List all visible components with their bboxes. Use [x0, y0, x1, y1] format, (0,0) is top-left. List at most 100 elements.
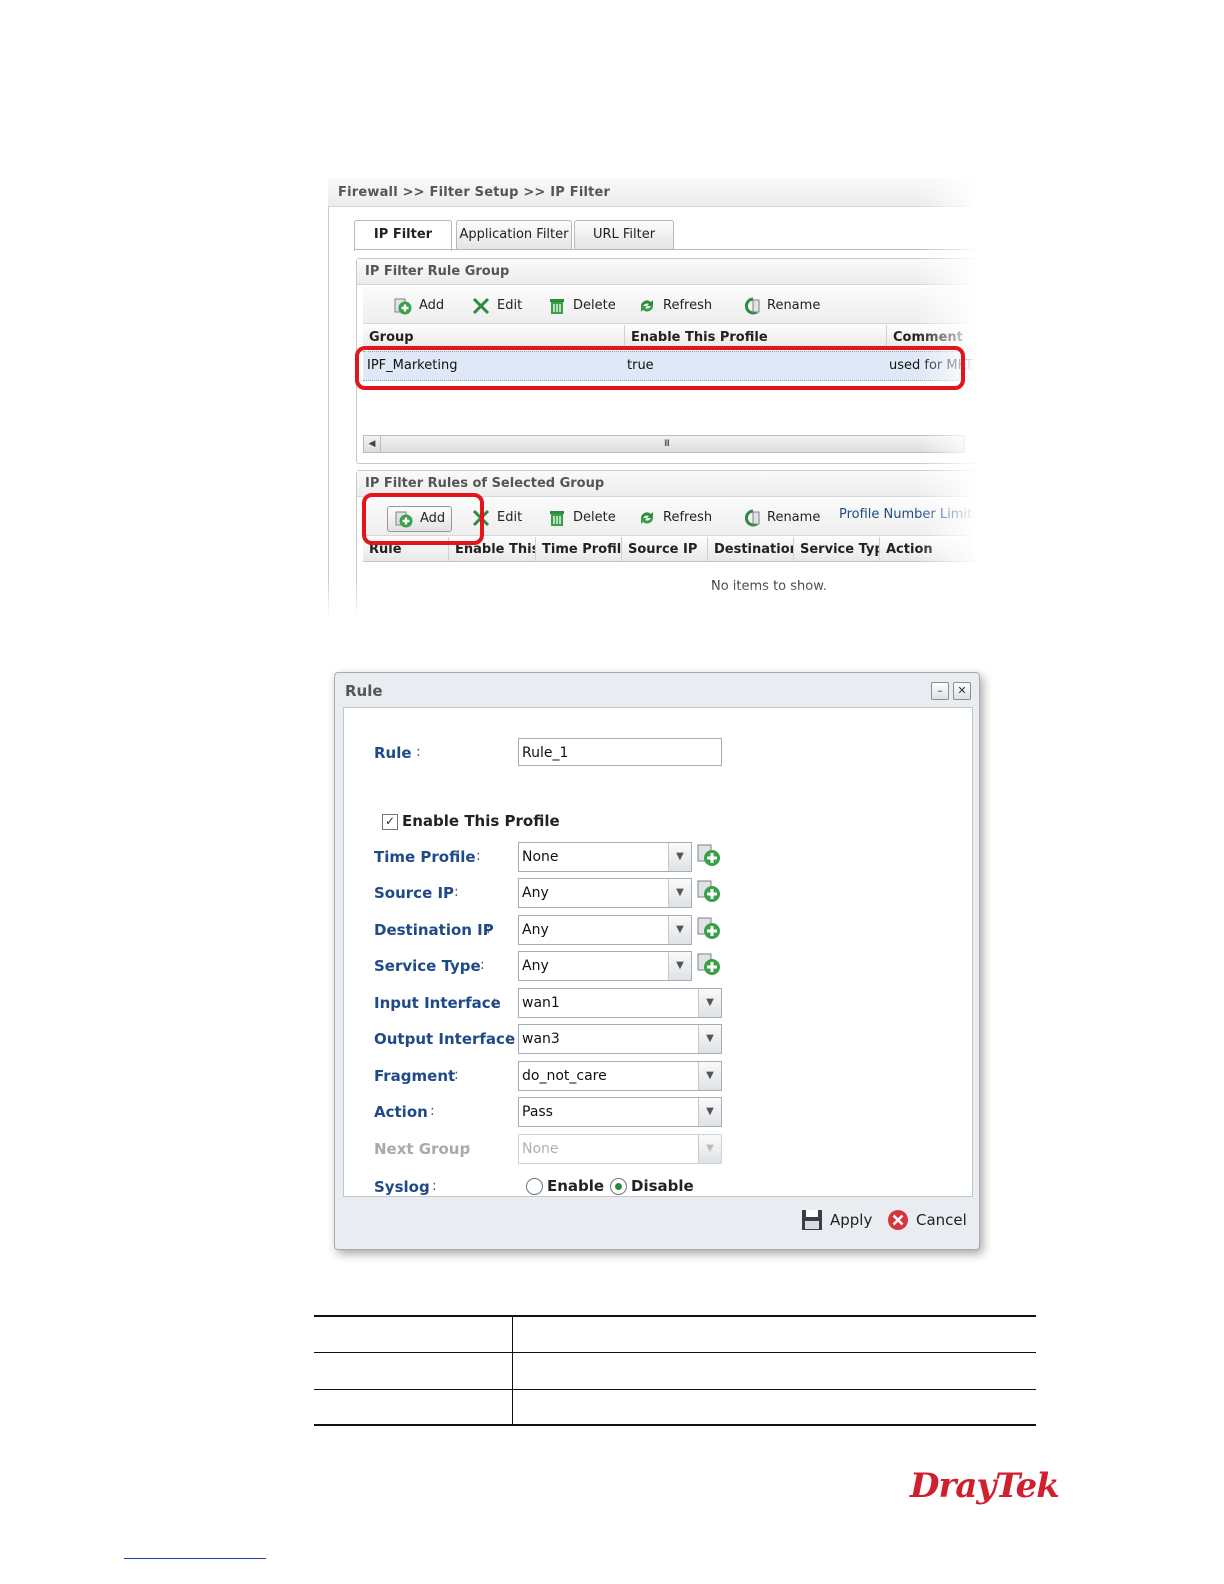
- tab-ip-filter[interactable]: IP Filter: [354, 220, 452, 251]
- add-service-type-icon[interactable]: [696, 951, 722, 977]
- table-rule-bottom: [314, 1424, 1036, 1426]
- rename-icon: [744, 509, 760, 527]
- source-ip-select[interactable]: Any ▼: [518, 878, 692, 908]
- colon: :: [416, 744, 421, 760]
- destination-ip-value: Any: [522, 922, 549, 938]
- syslog-enable-label: Enable: [547, 1177, 605, 1195]
- scroll-left-arrow-icon[interactable]: ◀: [364, 436, 381, 452]
- source-ip-value: Any: [522, 885, 549, 901]
- tab-underline: [354, 249, 978, 250]
- next-group-select: None ▼: [518, 1134, 722, 1164]
- chevron-down-icon[interactable]: ▼: [698, 1098, 721, 1126]
- rules-delete-button[interactable]: Delete: [547, 506, 616, 530]
- group-add-button[interactable]: Add: [393, 294, 444, 318]
- profile-number-limit-link[interactable]: Profile Number Limit: [839, 503, 972, 527]
- highlight-group-row: [355, 346, 965, 390]
- chevron-down-icon[interactable]: ▼: [668, 843, 691, 871]
- horizontal-scrollbar[interactable]: ◀ III: [363, 435, 965, 453]
- refresh-icon: [640, 300, 654, 312]
- minimize-icon[interactable]: –: [931, 682, 949, 700]
- scroll-grip[interactable]: III: [664, 436, 670, 452]
- syslog-enable-radio[interactable]: [526, 1178, 543, 1195]
- next-group-label: Next Group: [374, 1140, 471, 1158]
- rules-rename-label: Rename: [767, 510, 821, 525]
- close-icon[interactable]: ✕: [953, 682, 971, 700]
- add-destination-ip-icon[interactable]: [696, 915, 722, 941]
- breadcrumb: Firewall >> Filter Setup >> IP Filter: [338, 185, 611, 200]
- ip-filter-panel: Firewall >> Filter Setup >> IP Filter IP…: [328, 178, 978, 618]
- col-source-ip[interactable]: Source IP: [622, 537, 708, 561]
- colon: :: [486, 921, 491, 937]
- group-rename-button[interactable]: Rename: [741, 294, 820, 318]
- colon: :: [492, 994, 497, 1010]
- col-destination[interactable]: Destination: [708, 537, 794, 561]
- rename-icon: [744, 297, 760, 315]
- cancel-label: Cancel: [916, 1211, 967, 1229]
- rules-rename-button[interactable]: Rename: [741, 506, 820, 530]
- rule-dialog: Rule – ✕ Rule : Rule_1 ✓ Enable This Pro…: [334, 672, 980, 1250]
- table-rule-top: [314, 1315, 1036, 1317]
- col-time-profile[interactable]: Time Profile: [536, 537, 622, 561]
- footer-rule: [124, 1558, 266, 1559]
- chevron-down-icon[interactable]: ▼: [668, 879, 691, 907]
- destination-ip-label: Destination IP: [374, 921, 494, 939]
- destination-ip-select[interactable]: Any ▼: [518, 915, 692, 945]
- tab-url-filter[interactable]: URL Filter: [574, 220, 674, 249]
- fragment-select[interactable]: do_not_care ▼: [518, 1061, 722, 1091]
- trash-icon: [550, 299, 564, 314]
- cancel-icon: [888, 1210, 908, 1230]
- time-profile-value: None: [522, 849, 559, 865]
- action-select[interactable]: Pass ▼: [518, 1097, 722, 1127]
- time-profile-select[interactable]: None ▼: [518, 842, 692, 872]
- output-interface-label: Output Interface: [374, 1030, 516, 1048]
- chevron-down-icon[interactable]: ▼: [668, 916, 691, 944]
- col-service-type[interactable]: Service Typ: [794, 537, 880, 561]
- col-action[interactable]: Action: [880, 537, 970, 561]
- chevron-down-icon: ▼: [698, 1135, 721, 1163]
- syslog-disable-label: Disable: [631, 1177, 694, 1195]
- rule-group-toolbar: Add Edit Delete Refresh Rename: [363, 287, 978, 324]
- output-interface-value: wan3: [522, 1031, 560, 1047]
- input-interface-value: wan1: [522, 995, 560, 1011]
- rule-name-input[interactable]: Rule_1: [518, 738, 722, 766]
- group-edit-button[interactable]: Edit: [471, 294, 522, 318]
- input-interface-label: Input Interface: [374, 994, 501, 1012]
- add-source-ip-icon[interactable]: [696, 878, 722, 904]
- rules-refresh-label: Refresh: [663, 510, 713, 525]
- edit-icon: [472, 297, 490, 315]
- chevron-down-icon[interactable]: ▼: [668, 952, 691, 980]
- trash-icon: [550, 511, 564, 526]
- draytek-logo: DrayTek: [910, 1466, 1060, 1506]
- chevron-down-icon[interactable]: ▼: [698, 1062, 721, 1090]
- chevron-down-icon[interactable]: ▼: [698, 989, 721, 1017]
- output-interface-select[interactable]: wan3 ▼: [518, 1024, 722, 1054]
- colon: :: [476, 848, 481, 864]
- highlight-add-button: [362, 493, 484, 545]
- action-label: Action: [374, 1103, 428, 1121]
- add-time-profile-icon[interactable]: [696, 842, 722, 868]
- service-type-select[interactable]: Any ▼: [518, 951, 692, 981]
- rules-edit-label: Edit: [497, 510, 523, 525]
- service-type-value: Any: [522, 958, 549, 974]
- rule-label: Rule: [374, 744, 412, 762]
- apply-button[interactable]: Apply: [801, 1209, 872, 1231]
- rules-refresh-button[interactable]: Refresh: [637, 506, 712, 530]
- table-column-divider: [512, 1316, 513, 1426]
- table-rule: [314, 1389, 1036, 1390]
- group-refresh-button[interactable]: Refresh: [637, 294, 712, 318]
- input-interface-select[interactable]: wan1 ▼: [518, 988, 722, 1018]
- syslog-disable-radio[interactable]: [610, 1178, 627, 1195]
- syslog-label: Syslog: [374, 1178, 430, 1196]
- fragment-value: do_not_care: [522, 1068, 607, 1084]
- rule-group-title: IP Filter Rule Group: [357, 259, 978, 285]
- cancel-button[interactable]: Cancel: [887, 1209, 967, 1231]
- chevron-down-icon[interactable]: ▼: [698, 1025, 721, 1053]
- enable-profile-label: Enable This Profile: [402, 812, 560, 830]
- enable-profile-checkbox[interactable]: ✓: [382, 814, 398, 830]
- group-delete-button[interactable]: Delete: [547, 294, 616, 318]
- save-icon: [802, 1210, 822, 1230]
- fragment-label: Fragment: [374, 1067, 456, 1085]
- tab-application-filter[interactable]: Application Filter: [456, 220, 572, 249]
- group-rename-label: Rename: [767, 298, 821, 313]
- refresh-icon: [640, 512, 654, 524]
